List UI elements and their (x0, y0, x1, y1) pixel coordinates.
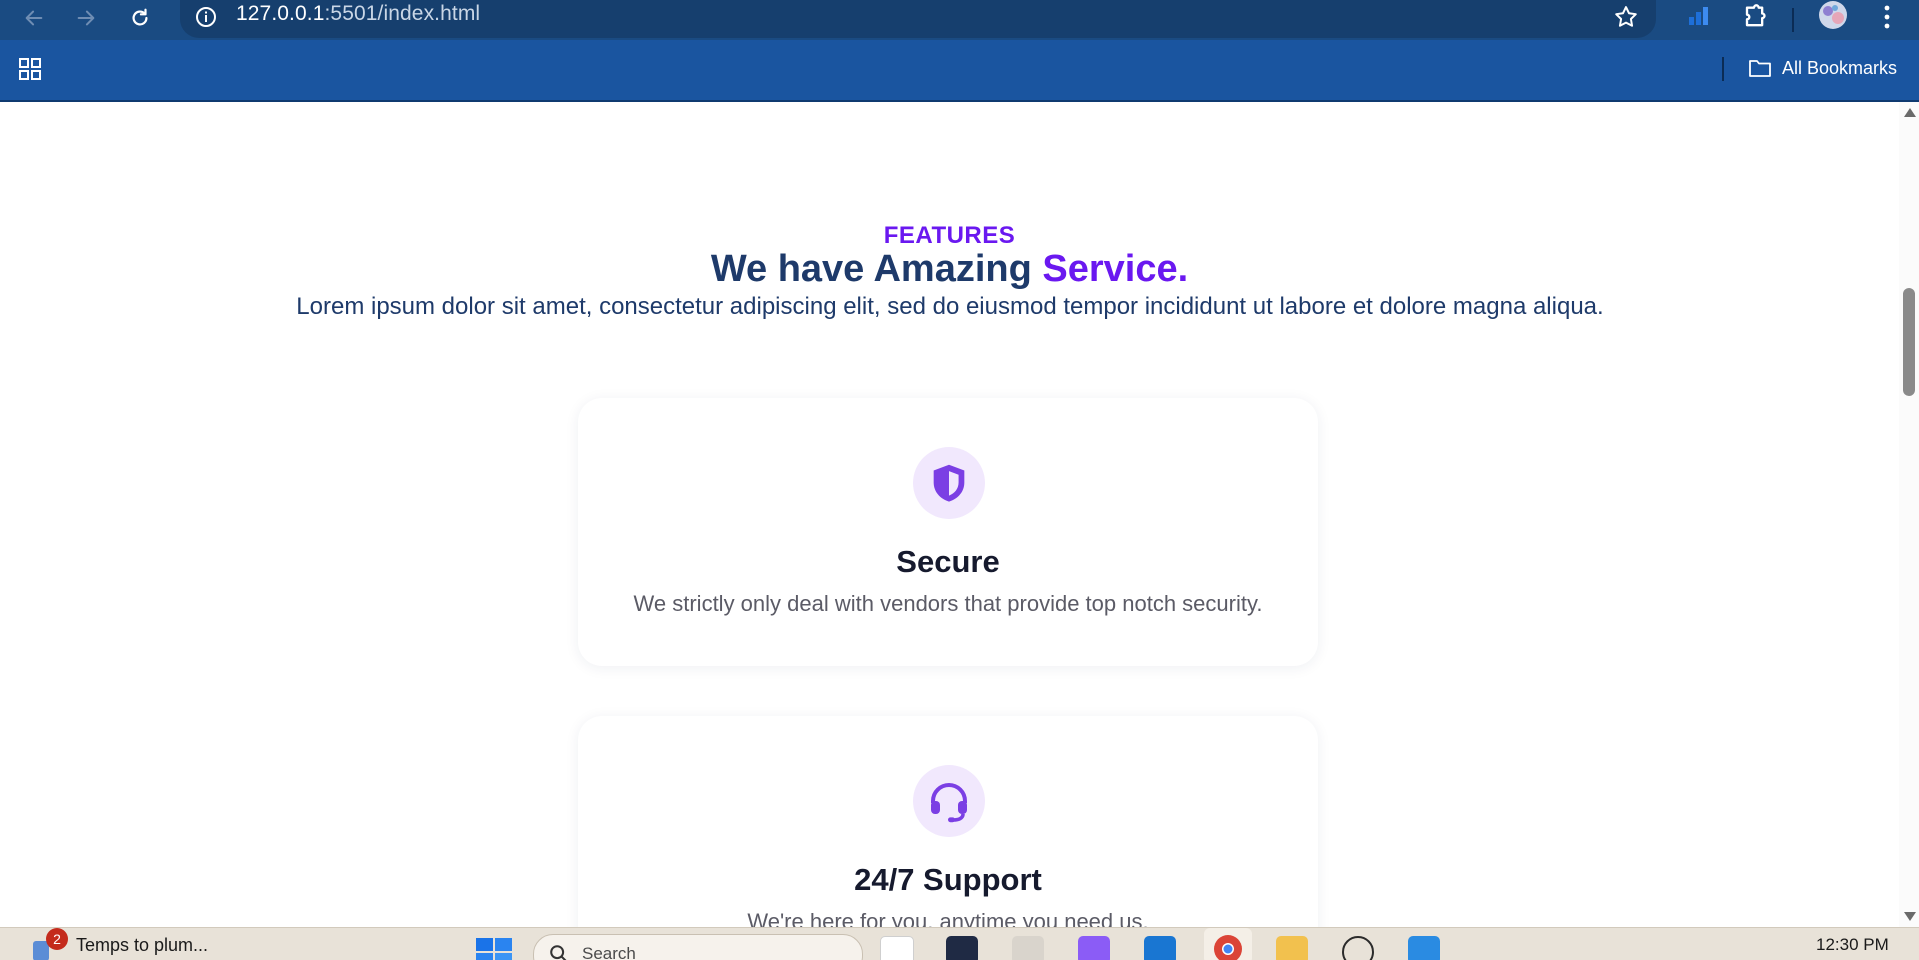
taskbar-search-box[interactable]: Search (533, 934, 863, 960)
profile-avatar[interactable] (1818, 0, 1848, 35)
chrome-icon (1214, 935, 1242, 960)
feature-card-title: 24/7 Support (854, 862, 1042, 897)
scrollbar-thumb[interactable] (1903, 288, 1915, 396)
apps-grid-icon[interactable] (18, 57, 42, 86)
headline-accent: Service. (1042, 248, 1189, 290)
folder-icon (1749, 60, 1771, 77)
forward-button[interactable] (68, 2, 104, 34)
arrow-right-icon (77, 10, 95, 26)
windows-start-icon[interactable] (476, 938, 512, 960)
snipping-tool-icon[interactable] (1012, 936, 1044, 960)
all-bookmarks-button[interactable]: All Bookmarks (1748, 57, 1897, 79)
browser-toolbar: 127.0.0.1:5501/index.html (0, 0, 1919, 40)
vscode-icon[interactable] (1408, 936, 1440, 960)
url-text[interactable]: 127.0.0.1:5501/index.html (236, 2, 480, 26)
feature-icon-badge (913, 765, 985, 837)
visual-studio-icon[interactable] (1078, 936, 1110, 960)
feature-card-support: 24/7 Support We're here for you, anytime… (578, 716, 1318, 927)
back-button[interactable] (16, 2, 52, 34)
task-view-icon[interactable] (880, 936, 914, 960)
section-lead: Lorem ipsum dolor sit amet, consectetur … (296, 293, 1604, 320)
bookmark-star-icon[interactable] (1612, 3, 1640, 36)
search-placeholder: Search (582, 944, 636, 960)
toolbar-divider (1792, 8, 1794, 32)
headline-main: We have Amazing (710, 248, 1032, 290)
scroll-up-arrow-icon[interactable] (1904, 108, 1916, 117)
feature-card-text: We strictly only deal with vendors that … (633, 591, 1263, 616)
weather-widget-label[interactable]: Temps to plum... (76, 935, 208, 956)
vertical-scrollbar[interactable] (1899, 102, 1919, 927)
feature-card-title: Secure (896, 544, 1000, 579)
bookmarks-divider (1722, 57, 1724, 81)
all-bookmarks-label: All Bookmarks (1782, 57, 1898, 78)
address-bar[interactable]: 127.0.0.1:5501/index.html (180, 0, 1656, 38)
page-viewport: FEATURES We have Amazing Service. Lorem … (0, 102, 1899, 927)
headset-icon (931, 783, 967, 823)
bookmarks-bar: All Bookmarks (0, 40, 1919, 102)
feature-card-text: We're here for you, anytime you need us. (747, 909, 1149, 927)
url-path: :5501/index.html (324, 2, 481, 25)
arrow-left-icon (25, 10, 43, 26)
file-explorer-icon[interactable] (1276, 936, 1308, 960)
notification-badge: 2 (46, 928, 68, 950)
extensions-puzzle-icon[interactable] (1740, 3, 1768, 36)
reload-icon (132, 8, 148, 26)
terminal-icon[interactable] (946, 936, 978, 960)
search-icon (548, 943, 570, 960)
scroll-down-arrow-icon[interactable] (1904, 912, 1916, 921)
feature-card-secure: Secure We strictly only deal with vendor… (578, 398, 1318, 666)
chrome-taskbar-button[interactable] (1204, 928, 1252, 960)
section-headline: We have Amazing Service. (0, 248, 1899, 291)
reload-button[interactable] (122, 2, 158, 34)
chatgpt-icon[interactable] (1342, 936, 1374, 960)
menu-dots-icon[interactable] (1878, 3, 1896, 36)
feature-icon-badge (913, 447, 985, 519)
extension-chart-icon[interactable] (1686, 3, 1712, 34)
outlook-icon[interactable] (1144, 936, 1176, 960)
url-host: 127.0.0.1 (236, 2, 325, 25)
site-info-icon[interactable] (194, 5, 218, 34)
taskbar-clock[interactable]: 12:30 PM (1816, 935, 1889, 955)
section-eyebrow: FEATURES (883, 222, 1016, 249)
windows-taskbar: 2 Temps to plum... Search 12:30 PM (0, 927, 1919, 960)
shield-icon (933, 464, 965, 502)
